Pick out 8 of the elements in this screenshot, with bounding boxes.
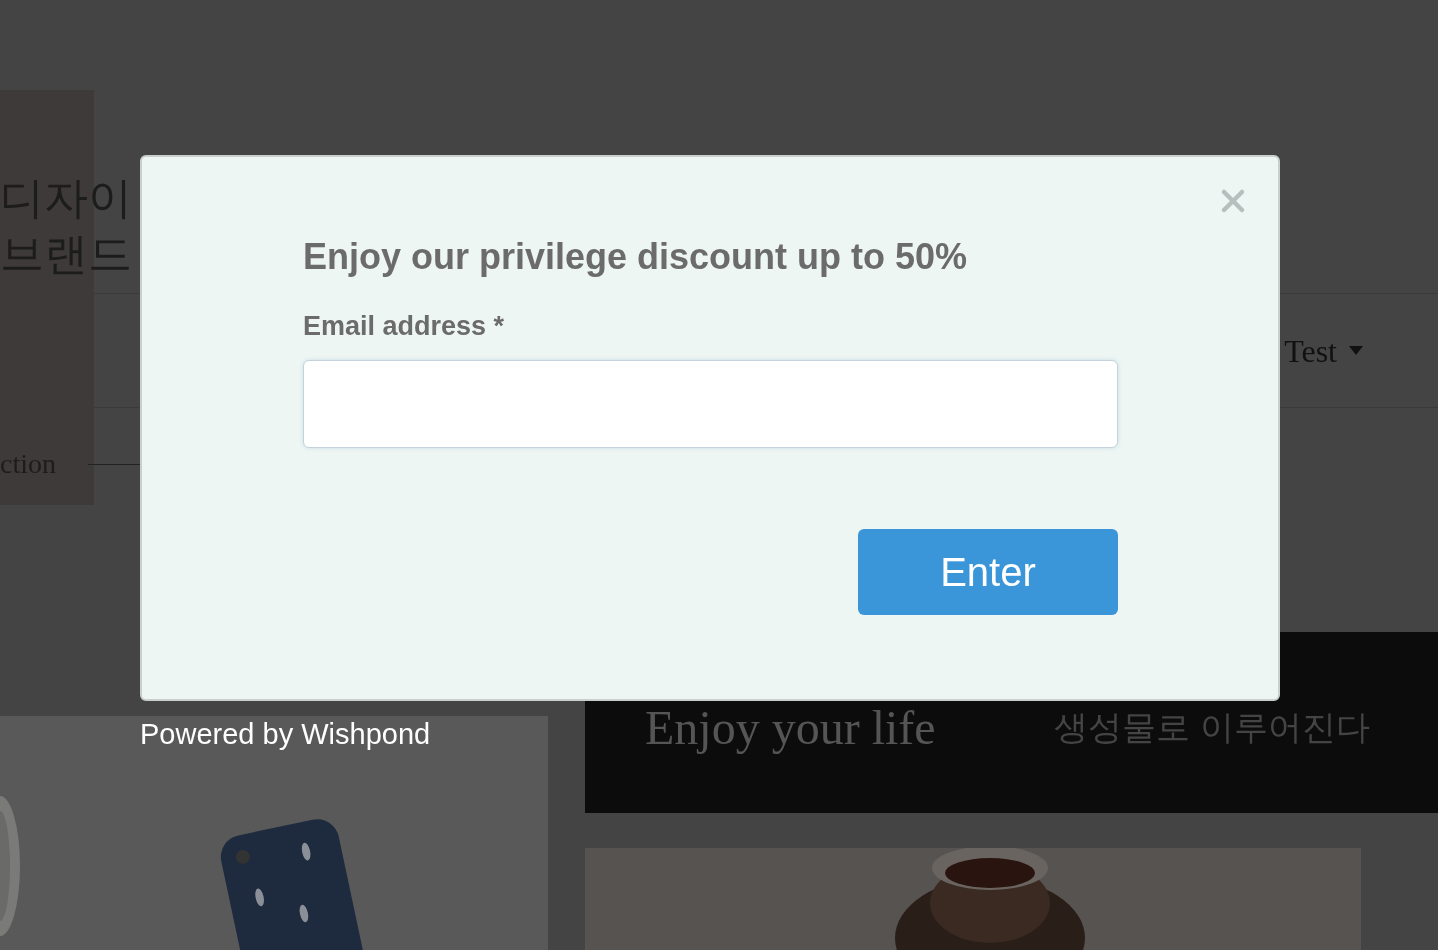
powered-by-text: Powered by Wishpond: [140, 717, 431, 752]
email-input-field[interactable]: [303, 360, 1118, 448]
banner-heading: Enjoy your life: [645, 699, 936, 756]
banner-subheading: 생성물로 이루어진다: [1053, 706, 1371, 749]
enter-button[interactable]: Enter: [858, 529, 1118, 615]
caret-icon: [1349, 346, 1363, 355]
popup-title: Enjoy our privilege discount up to 50%: [303, 235, 969, 279]
field-label: Email address *: [303, 310, 505, 343]
